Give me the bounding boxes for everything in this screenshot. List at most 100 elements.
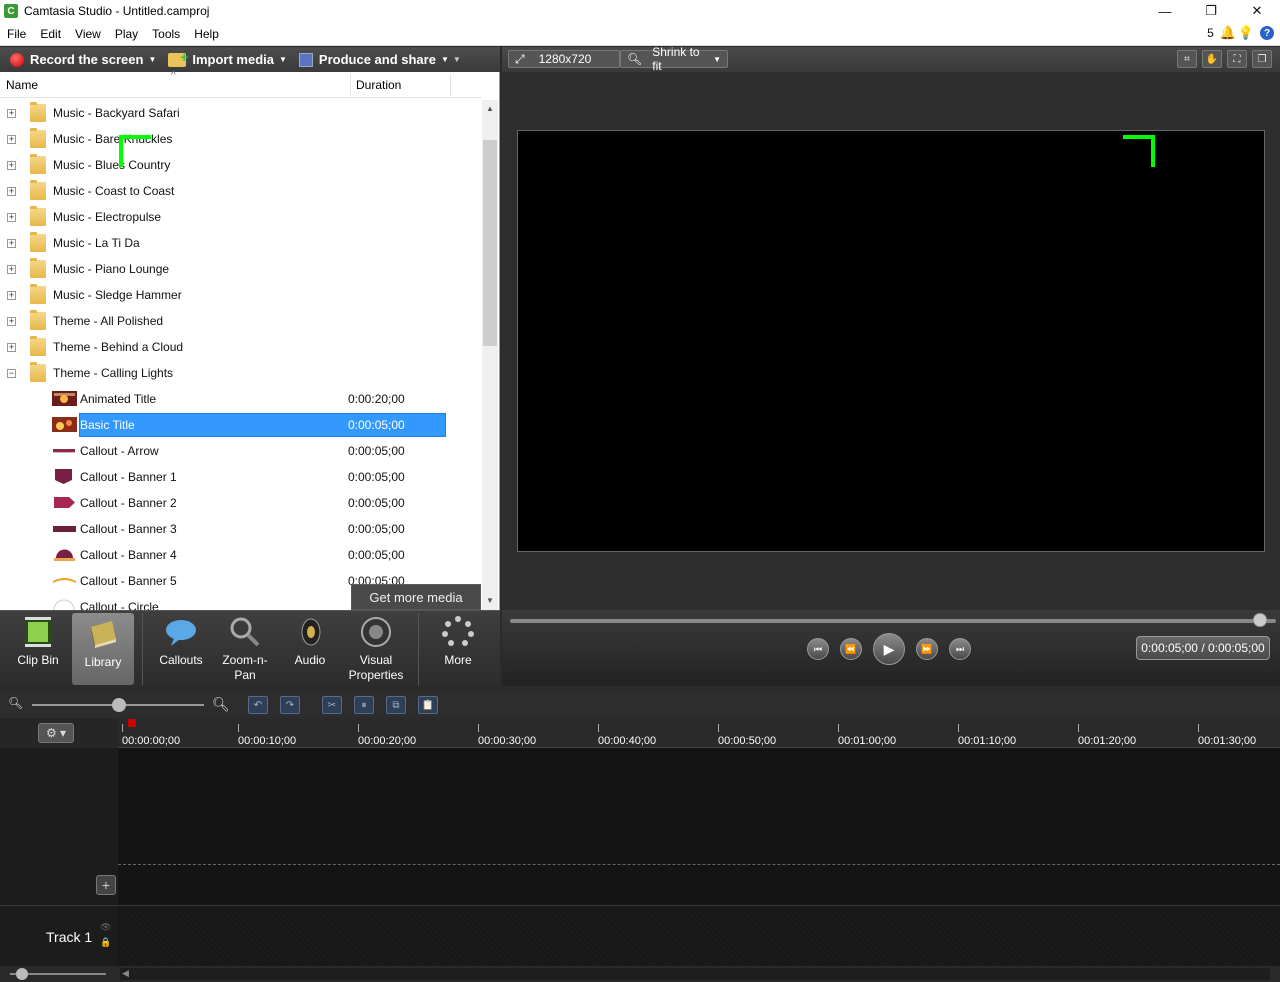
tree-folder-row[interactable]: + Music - Coast to Coast [0, 178, 482, 204]
split-icon[interactable]: ⏸ [354, 696, 374, 714]
library-item-row[interactable]: Callout - Banner 2 0:00:05;00 [0, 490, 482, 516]
collapse-minus-icon[interactable]: − [7, 369, 16, 378]
zoom-in-icon[interactable]: 🔍︎ [212, 696, 230, 712]
skip-to-start-icon[interactable]: ⏮ [807, 638, 829, 660]
zoom-out-icon[interactable]: 🔍︎ [8, 696, 24, 712]
expand-plus-icon[interactable]: + [7, 239, 16, 248]
scroll-down-icon[interactable]: ▼ [485, 596, 495, 606]
minimize-button[interactable]: — [1142, 0, 1188, 22]
rewind-icon[interactable]: ⏪ [840, 638, 862, 660]
detach-preview-icon[interactable]: ❐ [1252, 50, 1272, 68]
column-header-name[interactable]: Name [6, 78, 38, 92]
tree-folder-row[interactable]: + Music - Sledge Hammer [0, 282, 482, 308]
timeline-horizontal-scrollbar[interactable]: ◀ [120, 968, 1270, 980]
scroll-left-icon[interactable]: ◀ [122, 968, 129, 979]
expand-plus-icon[interactable]: + [7, 343, 16, 352]
library-item-row-selected[interactable]: Basic Title 0:00:05;00 [0, 412, 482, 438]
library-item-row[interactable]: Animated Title 0:00:20;00 [0, 386, 482, 412]
scroll-up-icon[interactable]: ▲ [485, 104, 495, 114]
expand-plus-icon[interactable]: + [7, 135, 16, 144]
import-media-button[interactable]: Import media ▼ [162, 47, 293, 72]
help-icon[interactable]: ? [1260, 26, 1274, 40]
redo-icon[interactable]: ↷ [280, 696, 300, 714]
menu-view[interactable]: View [68, 22, 108, 46]
produce-share-button[interactable]: Produce and share ▼ ▼ [293, 47, 467, 72]
timeline-zoom-handle[interactable] [112, 698, 126, 712]
timeline-settings-gear-icon[interactable]: ⚙ ▾ [38, 723, 74, 743]
skip-to-end-icon[interactable]: ⏭ [949, 638, 971, 660]
tab-more-label: More [444, 653, 472, 667]
library-item-row[interactable]: Callout - Arrow 0:00:05;00 [0, 438, 482, 464]
add-track-button[interactable]: + [96, 875, 116, 895]
expand-plus-icon[interactable]: + [7, 265, 16, 274]
tab-zoom-n-pan[interactable]: Zoom-n- Pan [214, 611, 276, 687]
item-label: Callout - Banner 3 [80, 522, 177, 536]
canvas-dimensions-dropdown[interactable]: ⤢ 1280x720 [508, 50, 620, 68]
tree-folder-row[interactable]: + Music - Piano Lounge [0, 256, 482, 282]
tree-folder-row[interactable]: + Music - La Ti Da [0, 230, 482, 256]
tab-more[interactable]: More [426, 611, 490, 687]
pan-hand-icon[interactable]: ✋ [1202, 50, 1222, 68]
library-item-row[interactable]: Callout - Banner 3 0:00:05;00 [0, 516, 482, 542]
track-lock-icon[interactable]: 🔒 [100, 937, 111, 948]
timeline-header-left: ⚙ ▾ [0, 718, 118, 748]
timeline-ruler[interactable]: 00:00:00;00 00:00:10;00 00:00:20;00 00:0… [118, 718, 1280, 748]
close-button[interactable]: ✕ [1234, 0, 1280, 22]
preview-canvas[interactable] [517, 130, 1265, 552]
track-visibility-eye-icon[interactable]: 👁 [100, 922, 111, 933]
paste-icon[interactable]: 📋 [418, 696, 438, 714]
undo-icon[interactable]: ↶ [248, 696, 268, 714]
tab-callouts[interactable]: Callouts [150, 611, 212, 687]
tab-library[interactable]: Library [72, 613, 134, 685]
tree-folder-row-expanded[interactable]: − Theme - Calling Lights [0, 360, 482, 386]
tip-lightbulb-icon[interactable]: 💡 [1238, 25, 1254, 41]
track-height-handle[interactable] [16, 968, 28, 980]
expand-plus-icon[interactable]: + [7, 109, 16, 118]
tree-folder-row[interactable]: + Theme - Behind a Cloud [0, 334, 482, 360]
scrollbar-thumb[interactable] [483, 140, 497, 346]
tree-folder-row[interactable]: + Music - Bare Knuckles [0, 126, 482, 152]
get-more-media-button[interactable]: Get more media [351, 584, 481, 610]
menu-play[interactable]: Play [108, 22, 145, 46]
menu-tools[interactable]: Tools [145, 22, 187, 46]
library-scrollbar[interactable]: ▲ ▼ [482, 100, 498, 610]
column-divider[interactable] [450, 74, 451, 96]
tab-visual-properties[interactable]: Visual Properties [342, 611, 410, 687]
tree-folder-row[interactable]: + Theme - All Polished [0, 308, 482, 334]
record-screen-button[interactable]: Record the screen ▼ [4, 47, 162, 72]
cut-icon[interactable]: ✂ [322, 696, 342, 714]
expand-plus-icon[interactable]: + [7, 187, 16, 196]
camtasia-window: C Camtasia Studio - Untitled.camproj — ❐… [0, 0, 1280, 982]
play-icon[interactable]: ▶ [873, 633, 905, 665]
scrub-handle[interactable] [1253, 613, 1267, 627]
toolbar-overflow-icon[interactable]: ▼ [453, 55, 461, 64]
tree-folder-row[interactable]: + Music - Backyard Safari [0, 100, 482, 126]
callout-banner-icon [53, 578, 76, 583]
track-1-lane[interactable] [118, 906, 1280, 966]
expand-plus-icon[interactable]: + [7, 291, 16, 300]
copy-icon[interactable]: ⧉ [386, 696, 406, 714]
menu-edit[interactable]: Edit [33, 22, 68, 46]
tab-audio[interactable]: Audio [280, 611, 340, 687]
expand-plus-icon[interactable]: + [7, 317, 16, 326]
expand-plus-icon[interactable]: + [7, 213, 16, 222]
column-header-duration[interactable]: Duration [356, 78, 401, 92]
fullscreen-icon[interactable]: ⛶ [1227, 50, 1247, 68]
expand-plus-icon[interactable]: + [7, 161, 16, 170]
crop-icon[interactable]: ⌗ [1177, 50, 1197, 68]
chevron-down-icon: ▼ [713, 54, 721, 64]
column-divider[interactable] [350, 74, 351, 96]
playhead-marker[interactable] [128, 719, 136, 727]
maximize-button[interactable]: ❐ [1188, 0, 1234, 22]
tab-clip-bin[interactable]: Clip Bin [6, 611, 70, 687]
menu-help[interactable]: Help [187, 22, 226, 46]
library-item-row[interactable]: Callout - Banner 4 0:00:05;00 [0, 542, 482, 568]
menu-file[interactable]: File [0, 22, 33, 46]
tree-folder-row[interactable]: + Music - Electropulse [0, 204, 482, 230]
notification-bell-icon[interactable]: 🔔 [1220, 26, 1236, 40]
library-item-row[interactable]: Callout - Banner 1 0:00:05;00 [0, 464, 482, 490]
fast-forward-icon[interactable]: ⏩ [916, 638, 938, 660]
zoom-dropdown[interactable]: 🔍︎ Shrink to fit ▼ [620, 45, 728, 73]
tree-folder-row[interactable]: + Music - Blues Country [0, 152, 482, 178]
scrub-bar[interactable] [510, 619, 1276, 623]
